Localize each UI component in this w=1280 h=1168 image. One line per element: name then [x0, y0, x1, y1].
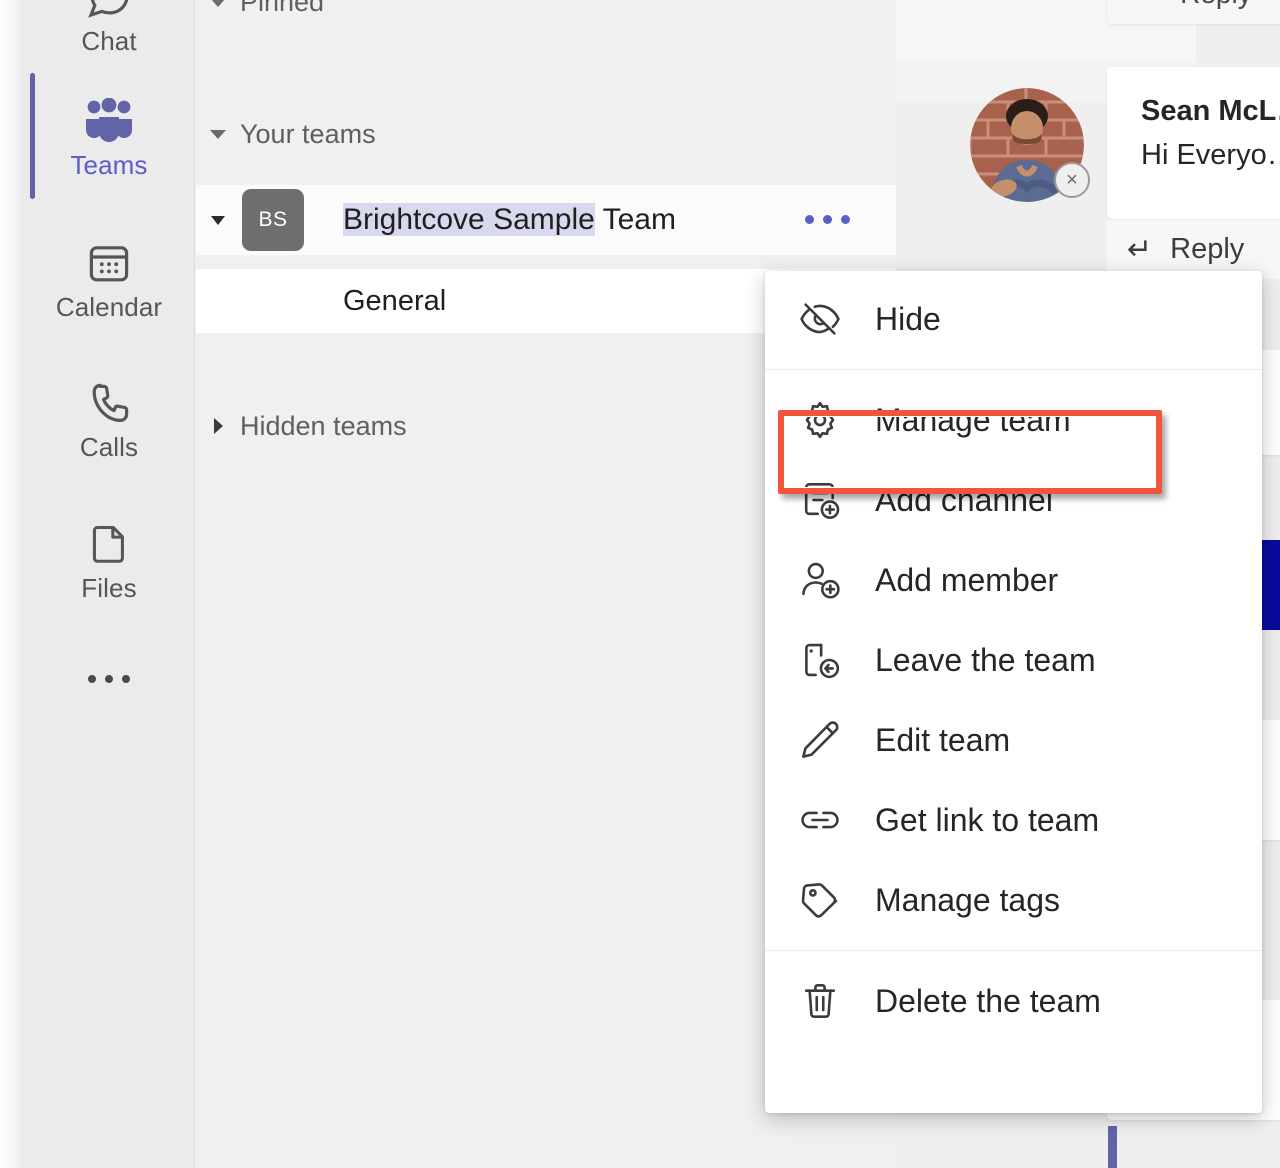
menu-item-delete-the-team[interactable]: Delete the team [765, 961, 1262, 1041]
menu-item-add-member[interactable]: Add member [765, 540, 1262, 620]
team-name: Brightcove Sample Team [343, 200, 676, 240]
rail-item-teams[interactable]: Teams [34, 92, 184, 180]
menu-divider [765, 369, 1262, 370]
menu-item-add-member-label: Add member [875, 562, 1059, 598]
menu-item-manage-team[interactable]: Manage team [765, 380, 1262, 460]
avatar-status-badge: × [1054, 162, 1090, 198]
teams-icon [81, 92, 137, 150]
rail-item-calls[interactable]: Calls [34, 374, 184, 462]
section-pinned[interactable]: Pinned [196, 0, 896, 18]
rail-item-files-label: Files [81, 573, 137, 603]
menu-item-manage-tags-label: Manage tags [875, 882, 1061, 918]
link-icon [765, 797, 875, 843]
gear-icon [765, 397, 875, 443]
section-your-teams-label: Your teams [240, 119, 376, 149]
chevron-right-icon [196, 418, 240, 434]
section-your-teams[interactable]: Your teams [196, 118, 896, 150]
chevron-down-icon [196, 129, 240, 139]
menu-item-add-channel[interactable]: Add channel [765, 460, 1262, 540]
menu-item-get-link-to-team-label: Get link to team [875, 802, 1100, 838]
menu-item-manage-team-label: Manage team [875, 402, 1071, 438]
app-rail: Chat Teams Calendar Calls Files [0, 0, 195, 1168]
reply-button-top[interactable]: ↵ Reply [1133, 0, 1252, 11]
team-name-selected-part: Brightcove Sample [343, 203, 595, 236]
rail-more-button[interactable] [34, 675, 184, 683]
menu-divider [765, 950, 1262, 951]
team-more-options-button[interactable] [805, 211, 850, 229]
team-context-menu: Hide Manage team Add channel Add member … [765, 271, 1262, 1113]
menu-item-hide-label: Hide [875, 301, 941, 337]
team-avatar: BS [242, 189, 304, 251]
chat-icon [85, 0, 133, 26]
leave-team-icon [765, 637, 875, 683]
rail-item-teams-label: Teams [70, 150, 148, 180]
section-pinned-label: Pinned [240, 0, 325, 17]
menu-item-delete-the-team-label: Delete the team [875, 983, 1101, 1019]
channel-name: General [343, 285, 447, 317]
menu-item-leave-the-team[interactable]: Leave the team [765, 620, 1262, 700]
add-member-icon [765, 557, 875, 603]
rail-item-calls-label: Calls [79, 432, 139, 462]
message-text: Hi Everyo… [1141, 139, 1280, 171]
rail-item-calendar-label: Calendar [55, 292, 163, 322]
files-icon [86, 515, 132, 573]
active-channel-accent-bar [1108, 1126, 1117, 1168]
menu-item-edit-team[interactable]: Edit team [765, 700, 1262, 780]
tag-icon [765, 877, 875, 923]
rail-item-files[interactable]: Files [34, 515, 184, 603]
message-card: Sean McL… Hi Everyo… [1107, 67, 1280, 219]
menu-item-leave-the-team-label: Leave the team [875, 642, 1096, 678]
add-channel-icon [765, 477, 875, 523]
menu-item-add-channel-label: Add channel [875, 482, 1053, 518]
rail-item-calendar[interactable]: Calendar [34, 234, 184, 322]
pencil-icon [765, 717, 875, 763]
rail-item-chat-label: Chat [81, 26, 137, 56]
rail-item-chat[interactable]: Chat [34, 0, 184, 56]
reply-button-top-label: Reply [1180, 0, 1252, 10]
chevron-down-icon [196, 0, 240, 7]
reply-button-message-label: Reply [1170, 233, 1245, 265]
reply-card-top[interactable]: ↵ Reply [1107, 0, 1280, 24]
reply-arrow-icon: ↵ [1133, 0, 1158, 11]
menu-item-get-link-to-team[interactable]: Get link to team [765, 780, 1262, 860]
team-name-rest: Team [594, 203, 676, 236]
more-dots-icon [805, 215, 850, 224]
team-list-item-brightcove-sample-team[interactable]: BS Brightcove Sample Team [196, 185, 896, 255]
teams-window: Chat Teams Calendar Calls Files Pinned Y… [0, 0, 1280, 1168]
section-hidden-teams-label: Hidden teams [240, 411, 407, 441]
team-expand-chevron-icon[interactable] [196, 215, 240, 225]
eye-off-icon [765, 296, 875, 342]
menu-item-edit-team-label: Edit team [875, 722, 1011, 758]
more-dots-icon [88, 675, 130, 683]
reply-arrow-icon: ↵ [1127, 233, 1153, 266]
reply-button-message[interactable]: ↵ Reply [1107, 219, 1280, 279]
calendar-icon [85, 234, 133, 292]
trash-icon [765, 978, 875, 1024]
message-author: Sean McL… [1141, 95, 1280, 127]
menu-item-hide[interactable]: Hide [765, 279, 1262, 359]
calls-icon [85, 374, 133, 432]
menu-item-manage-tags[interactable]: Manage tags [765, 860, 1262, 940]
